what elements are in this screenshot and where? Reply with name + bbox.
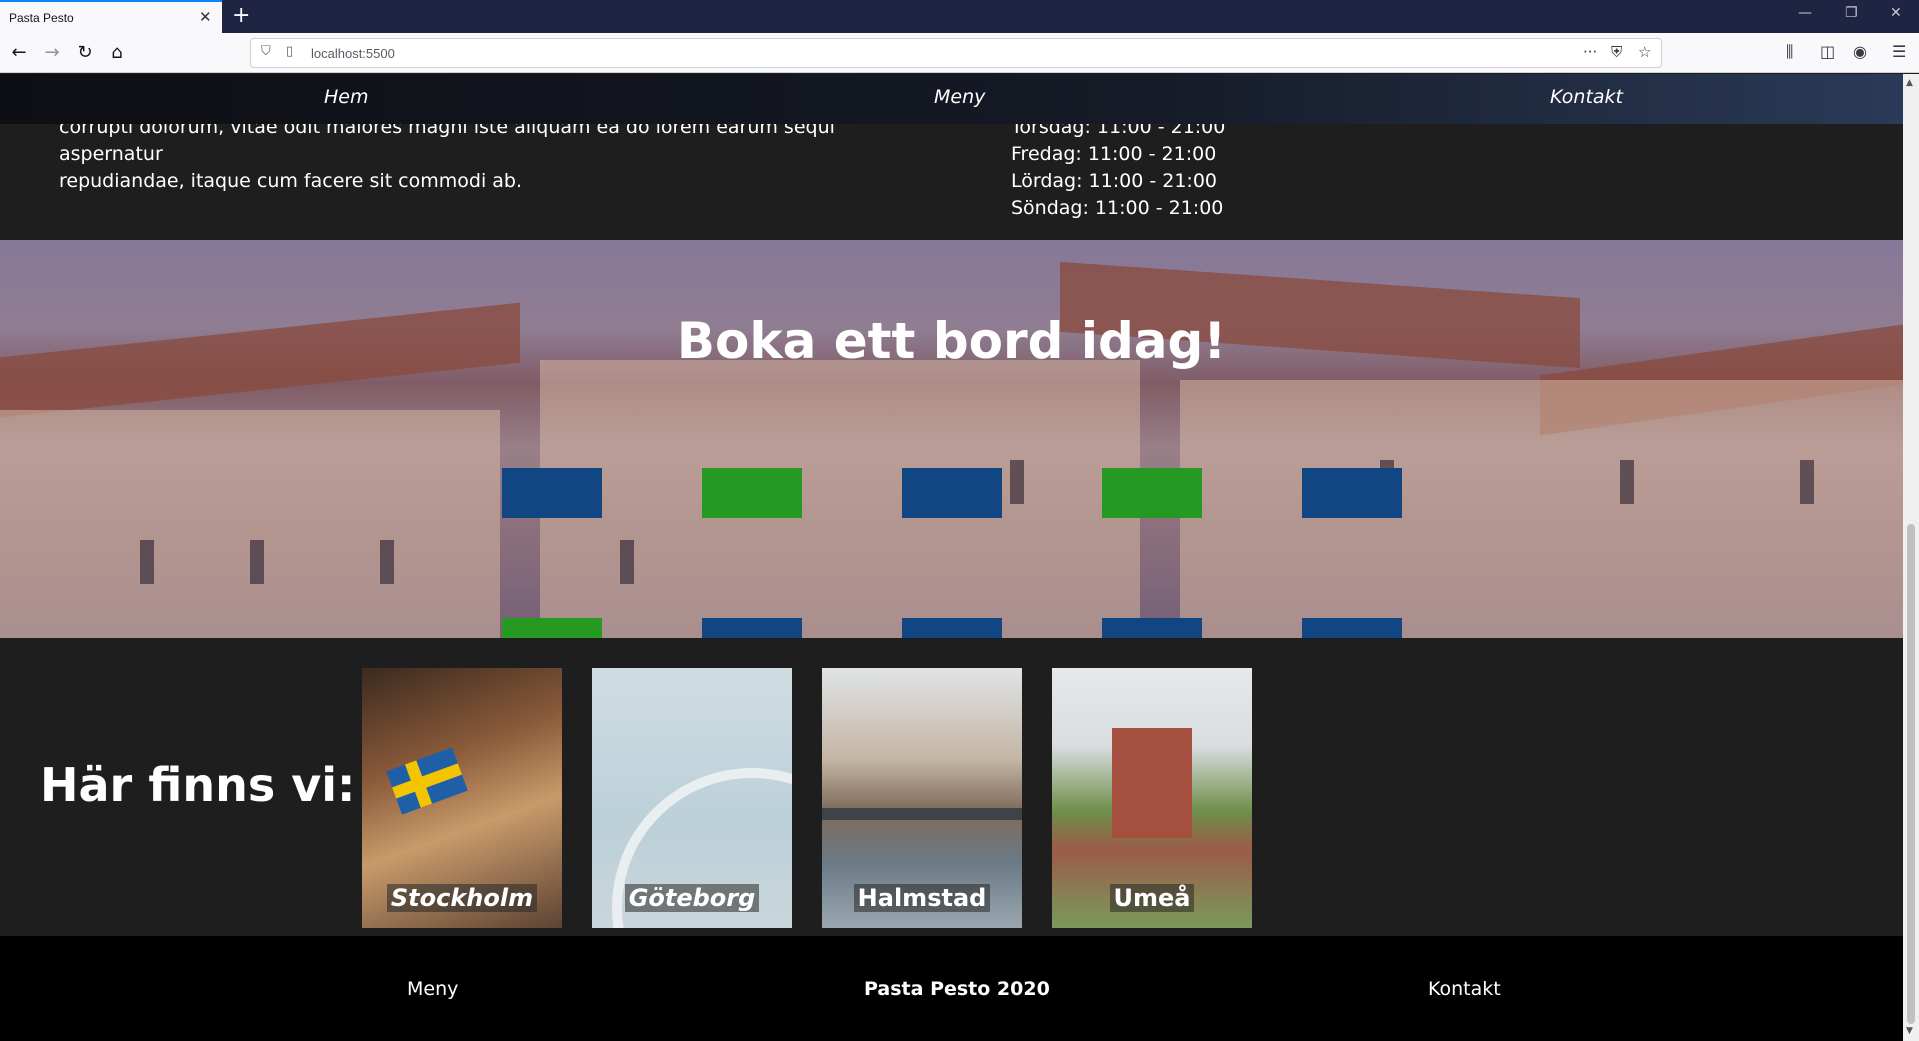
city-name: Halmstad bbox=[853, 884, 991, 912]
address-bar[interactable]: ⛉ ▯ localhost:5500 ··· ⛨ ☆ bbox=[250, 38, 1662, 68]
scroll-up-icon[interactable]: ▲ bbox=[1906, 78, 1913, 88]
booking-hero: Boka ett bord idag! bbox=[0, 240, 1903, 638]
locations-title: Här finns vi: bbox=[40, 758, 356, 812]
library-icon[interactable]: ⫼ bbox=[1786, 42, 1793, 62]
menu-icon[interactable]: ☰ bbox=[1892, 42, 1906, 61]
city-label: Umeå bbox=[1052, 884, 1252, 912]
building-facade bbox=[1180, 380, 1903, 638]
table-button[interactable] bbox=[1102, 468, 1202, 518]
locations-section: Här finns vi: Stockholm Göteborg Halmsta… bbox=[0, 638, 1903, 936]
city-label: Göteborg bbox=[592, 884, 792, 912]
building-facade bbox=[0, 410, 500, 638]
city-name: Göteborg bbox=[624, 884, 760, 912]
bridge-shape bbox=[822, 808, 1022, 820]
table-button[interactable] bbox=[1302, 468, 1402, 518]
table-button[interactable] bbox=[502, 468, 602, 518]
site-footer: Meny Pasta Pesto 2020 Kontakt bbox=[0, 936, 1903, 1041]
table-button[interactable] bbox=[1102, 618, 1202, 638]
close-tab-icon[interactable]: ✕ bbox=[199, 8, 212, 26]
city-card-goteborg[interactable]: Göteborg bbox=[592, 668, 792, 928]
booking-title: Boka ett bord idag! bbox=[676, 312, 1227, 370]
city-card-umea[interactable]: Umeå bbox=[1052, 668, 1252, 928]
city-label: Stockholm bbox=[362, 884, 562, 912]
table-button[interactable] bbox=[702, 468, 802, 518]
tab-title: Pasta Pesto bbox=[9, 11, 74, 25]
about-text: corrupti dolorum, vitae odit maiores mag… bbox=[59, 114, 889, 195]
building-facade bbox=[540, 360, 1140, 638]
account-icon[interactable]: ◉ bbox=[1853, 42, 1867, 61]
new-tab-icon[interactable]: + bbox=[232, 3, 250, 28]
browser-toolbar: ← → ↻ ⌂ ⛉ ▯ localhost:5500 ··· ⛨ ☆ ⫼ ◫ ◉… bbox=[0, 33, 1919, 73]
opening-hours: Torsdag: 11:00 - 21:00 Fredag: 11:00 - 2… bbox=[1011, 114, 1225, 222]
city-name: Umeå bbox=[1109, 884, 1195, 912]
scroll-down-icon[interactable]: ▼ bbox=[1906, 1026, 1913, 1036]
browser-tab[interactable]: Pasta Pesto ✕ bbox=[0, 0, 222, 33]
table-button[interactable] bbox=[902, 468, 1002, 518]
nav-link-hem[interactable]: Hem bbox=[324, 86, 369, 108]
window-shape bbox=[1620, 460, 1634, 504]
page-viewport: corrupti dolorum, vitae odit maiores mag… bbox=[0, 74, 1903, 1041]
window-shape bbox=[140, 540, 154, 584]
table-button[interactable] bbox=[702, 618, 802, 638]
table-button[interactable] bbox=[502, 618, 602, 638]
close-window-icon[interactable]: ✕ bbox=[1890, 5, 1902, 21]
city-card-stockholm[interactable]: Stockholm bbox=[362, 668, 562, 928]
minimize-icon[interactable]: — bbox=[1798, 5, 1812, 21]
hours-row: Fredag: 11:00 - 21:00 bbox=[1011, 143, 1217, 165]
url-text[interactable]: localhost:5500 bbox=[311, 46, 395, 61]
bookmark-star-icon[interactable]: ☆ bbox=[1638, 43, 1651, 61]
page-scrollbar[interactable]: ▲ ▼ bbox=[1903, 74, 1919, 1041]
nav-link-kontakt[interactable]: Kontakt bbox=[1550, 86, 1623, 108]
page-icon: ▯ bbox=[286, 44, 294, 59]
window-shape bbox=[1010, 460, 1024, 504]
footer-brand: Pasta Pesto 2020 bbox=[864, 978, 1050, 1000]
site-navbar: Hem Meny Kontakt bbox=[0, 74, 1903, 124]
flag-shape bbox=[386, 747, 468, 815]
forward-icon[interactable]: → bbox=[40, 41, 64, 65]
window-shape bbox=[620, 540, 634, 584]
reload-icon[interactable]: ↻ bbox=[73, 41, 97, 65]
hours-row: Lördag: 11:00 - 21:00 bbox=[1011, 170, 1218, 192]
hours-row: Söndag: 11:00 - 21:00 bbox=[1011, 197, 1224, 219]
city-name: Stockholm bbox=[386, 884, 538, 912]
back-icon[interactable]: ← bbox=[7, 41, 31, 65]
pocket-icon[interactable]: ⛨ bbox=[1611, 43, 1622, 61]
more-actions-icon[interactable]: ··· bbox=[1583, 43, 1597, 61]
city-card-halmstad[interactable]: Halmstad bbox=[822, 668, 1022, 928]
nav-link-meny[interactable]: Meny bbox=[934, 86, 985, 108]
window-shape bbox=[380, 540, 394, 584]
restore-icon[interactable]: ❐ bbox=[1845, 5, 1858, 21]
table-button[interactable] bbox=[902, 618, 1002, 638]
shield-icon[interactable]: ⛉ bbox=[261, 44, 271, 59]
footer-link-meny[interactable]: Meny bbox=[407, 978, 458, 1000]
home-icon[interactable]: ⌂ bbox=[105, 41, 129, 65]
about-line: repudiandae, itaque cum facere sit commo… bbox=[59, 170, 523, 192]
scrollbar-thumb[interactable] bbox=[1907, 524, 1915, 1024]
sidebar-icon[interactable]: ◫ bbox=[1820, 42, 1835, 61]
city-label: Halmstad bbox=[822, 884, 1022, 912]
window-shape bbox=[1800, 460, 1814, 504]
building-shape bbox=[1112, 728, 1192, 838]
window-shape bbox=[250, 540, 264, 584]
footer-link-kontakt[interactable]: Kontakt bbox=[1428, 978, 1501, 1000]
browser-tab-bar: Pasta Pesto ✕ + — ❐ ✕ bbox=[0, 0, 1919, 33]
table-button[interactable] bbox=[1302, 618, 1402, 638]
